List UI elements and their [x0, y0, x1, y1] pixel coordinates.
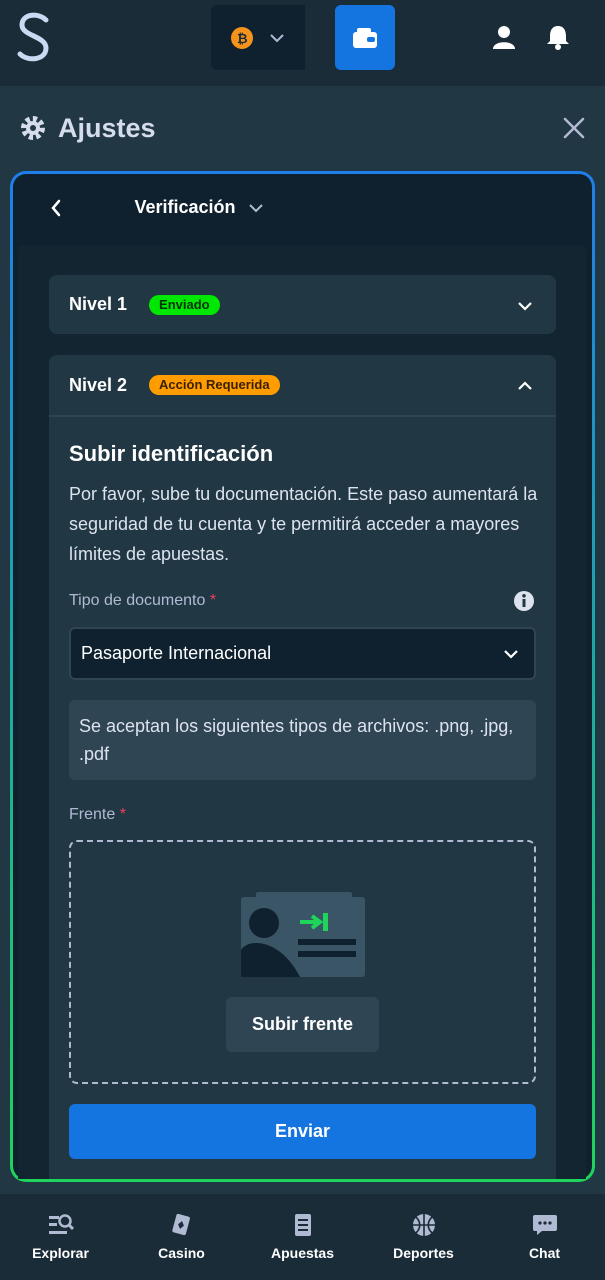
- chevron-down-icon: [270, 33, 284, 42]
- nav-label: Explorar: [32, 1245, 89, 1261]
- file-types-note: Se aceptan los siguientes tipos de archi…: [69, 700, 536, 780]
- document-type-select[interactable]: Pasaporte Internacional: [69, 627, 536, 680]
- level-2-label: Nivel 2: [69, 374, 128, 395]
- nav-item-explore[interactable]: Explorar: [0, 1197, 121, 1280]
- nav-item-bets[interactable]: Apuestas: [242, 1197, 363, 1280]
- settings-title: Ajustes: [58, 112, 156, 143]
- gear-icon: [21, 116, 45, 140]
- wallet-button[interactable]: [335, 5, 395, 70]
- level-2-header[interactable]: Nivel 2 Acción Requerida: [49, 355, 556, 415]
- upload-title: Subir identificación: [69, 441, 274, 466]
- document-type-value: Pasaporte Internacional: [81, 643, 272, 663]
- info-icon[interactable]: [513, 590, 535, 612]
- bitcoin-icon: ₿: [231, 26, 253, 49]
- betslip-icon: [294, 1214, 311, 1236]
- section-dropdown[interactable]: Verificación: [104, 180, 294, 235]
- level-1-label: Nivel 1: [69, 294, 128, 314]
- submit-button[interactable]: Enviar: [69, 1104, 536, 1159]
- status-badge: Acción Requerida: [149, 375, 280, 395]
- nav-item-sports[interactable]: Deportes: [363, 1197, 484, 1280]
- bottom-nav: Explorar Casino Apuestas Deportes Chat: [0, 1197, 605, 1280]
- s-logo-icon[interactable]: [16, 12, 54, 64]
- nav-label: Casino: [158, 1245, 205, 1261]
- chat-icon: [532, 1215, 557, 1235]
- divider: [49, 415, 556, 417]
- chevron-up-icon: [518, 381, 532, 390]
- chevron-down-icon: [518, 302, 532, 311]
- upload-description: Por favor, sube tu documentación. Este p…: [69, 484, 538, 564]
- nav-item-chat[interactable]: Chat: [484, 1197, 605, 1280]
- front-label: Frente *: [69, 806, 126, 823]
- wallet-icon: [353, 27, 377, 48]
- currency-select[interactable]: ₿: [211, 5, 305, 70]
- doc-type-label: Tipo de documento *: [69, 592, 217, 609]
- bell-icon[interactable]: [543, 22, 573, 52]
- id-card-icon: [241, 892, 365, 977]
- close-icon[interactable]: [561, 115, 587, 141]
- chevron-down-icon: [504, 650, 518, 659]
- nav-label: Apuestas: [270, 1245, 335, 1261]
- cards-icon: [171, 1213, 190, 1236]
- top-bar: ₿: [0, 0, 605, 76]
- nav-label: Chat: [528, 1245, 561, 1261]
- nav-item-casino[interactable]: Casino: [121, 1197, 242, 1280]
- basketball-icon: [412, 1214, 435, 1236]
- user-icon[interactable]: [489, 22, 519, 52]
- status-badge: Enviado: [149, 294, 220, 315]
- level-1-header[interactable]: Nivel 1 Enviado: [49, 275, 556, 334]
- upload-front-button[interactable]: Subir frente: [226, 997, 379, 1052]
- browse-icon: [48, 1214, 74, 1234]
- level-1-card[interactable]: Nivel 1 Enviado: [49, 275, 556, 334]
- back-button[interactable]: [18, 180, 94, 235]
- chevron-left-icon: [51, 199, 61, 216]
- settings-header: Ajustes: [20, 110, 156, 146]
- nav-label: Deportes: [393, 1245, 454, 1261]
- chevron-down-icon: [248, 203, 263, 212]
- svg-text:₿: ₿: [237, 32, 248, 45]
- section-label: Verificación: [134, 197, 236, 217]
